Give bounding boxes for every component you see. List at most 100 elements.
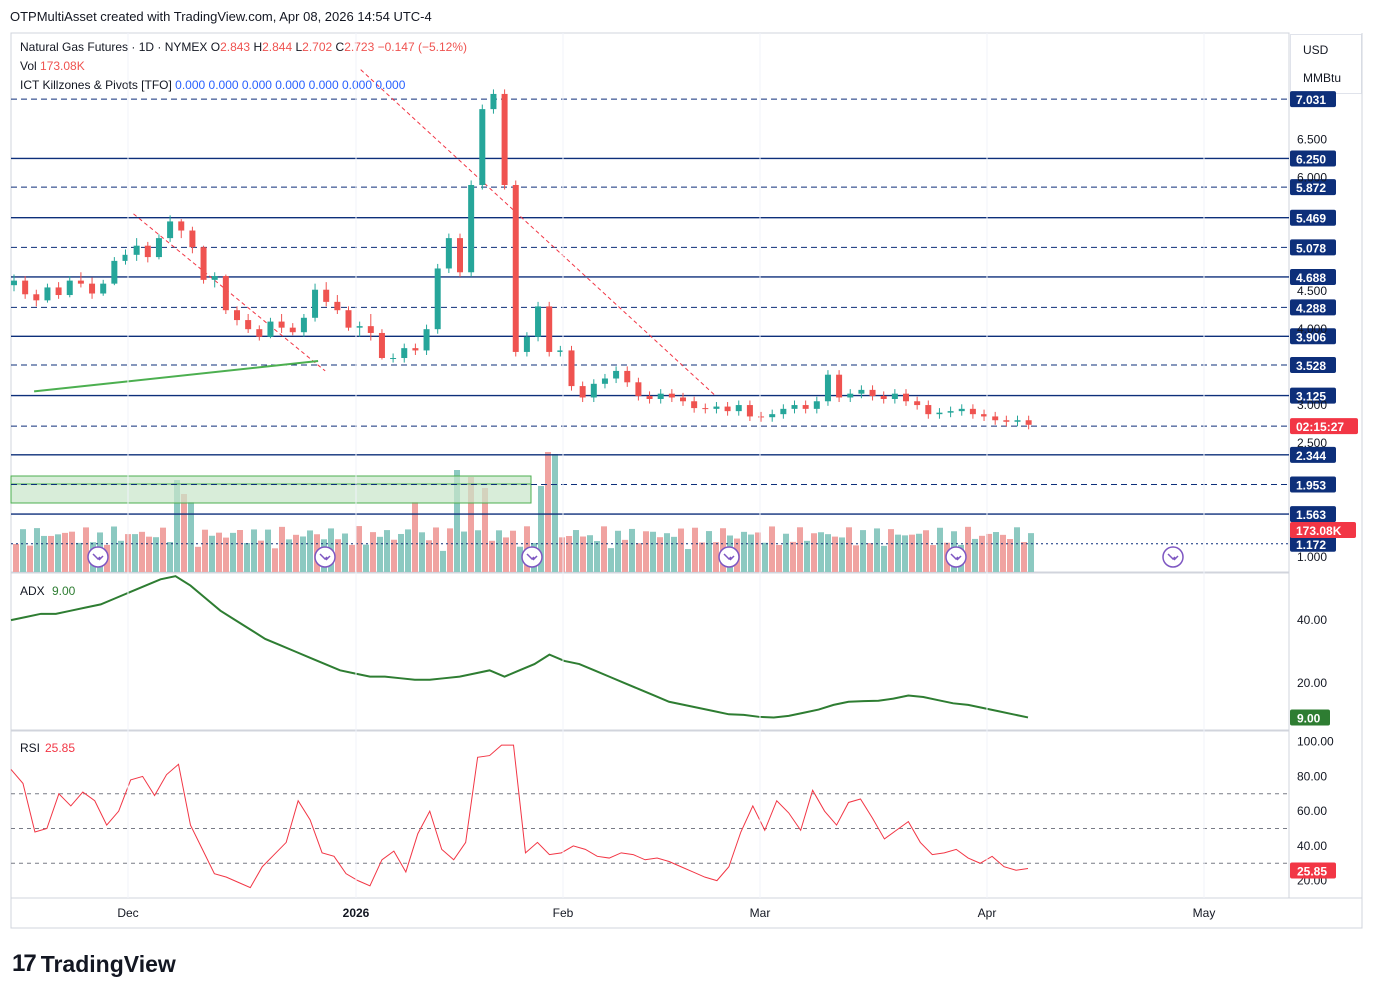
event-marker-icon[interactable] xyxy=(1162,546,1184,568)
candle-body xyxy=(557,350,564,352)
candle-body xyxy=(445,238,452,269)
candle-body xyxy=(278,321,285,328)
volume-bar xyxy=(776,544,782,572)
time-tick: Apr xyxy=(978,906,997,920)
candle-body xyxy=(367,326,374,333)
volume-bar xyxy=(244,543,250,572)
candle-body xyxy=(490,93,497,110)
volume-bar xyxy=(384,530,390,572)
volume-bar xyxy=(888,529,894,572)
volume-bar xyxy=(643,531,649,572)
candle-body xyxy=(468,185,475,273)
price-tick: 4.000 xyxy=(1297,322,1327,336)
candle-body xyxy=(457,238,463,273)
level-label: 4.288 xyxy=(1296,301,1326,315)
volume-bar xyxy=(55,534,61,572)
volume-bar xyxy=(370,532,376,572)
time-tick: 2026 xyxy=(343,906,370,920)
candle-body xyxy=(167,221,174,239)
volume-bar xyxy=(762,542,768,572)
volume-bar xyxy=(825,534,831,572)
volume-bar xyxy=(804,540,810,572)
volume-bar xyxy=(503,537,509,572)
candle-body xyxy=(289,327,296,333)
level-label: 7.031 xyxy=(1296,93,1326,107)
volume-bar xyxy=(902,535,908,572)
candle-body xyxy=(144,245,151,258)
volume-tag-label: 173.08K xyxy=(1296,524,1342,538)
event-marker-icon[interactable] xyxy=(87,546,109,568)
candle-body xyxy=(847,393,854,398)
adx-legend-value: 9.00 xyxy=(52,584,76,598)
price-tick: 6.000 xyxy=(1297,170,1327,184)
volume-bar xyxy=(853,545,859,572)
volume-bar xyxy=(391,539,397,572)
candle-body xyxy=(256,329,263,337)
adx-legend-label: ADX xyxy=(20,584,45,598)
candle-body xyxy=(668,393,675,398)
level-label: 5.469 xyxy=(1296,212,1326,226)
volume-bar xyxy=(13,544,19,572)
candle-body xyxy=(802,405,809,409)
event-marker-icon[interactable] xyxy=(314,546,336,568)
volume-bar xyxy=(510,530,516,572)
chart-canvas[interactable]: 7.0316.2505.8725.4695.0784.6884.2883.906… xyxy=(0,0,1373,997)
volume-bar xyxy=(307,530,313,572)
candle-body xyxy=(423,329,430,351)
candle-body xyxy=(378,332,385,359)
volume-bar xyxy=(615,530,621,572)
volume-bar xyxy=(398,533,404,572)
volume-bar xyxy=(699,542,705,572)
event-marker-icon[interactable] xyxy=(718,546,740,568)
price-tick: 2.500 xyxy=(1297,436,1327,450)
legend-line-1: Natural Gas Futures · 1D · NYMEX O2.843 … xyxy=(20,40,467,54)
volume-bar xyxy=(916,533,922,572)
volume-bar xyxy=(741,531,747,572)
rsi-legend-label: RSI xyxy=(20,741,40,755)
volume-bar xyxy=(748,534,754,572)
volume-bar xyxy=(62,532,68,572)
candle-body xyxy=(646,395,653,399)
tradingview-logo-icon: 17 xyxy=(12,950,37,977)
candle-body xyxy=(523,336,530,352)
volume-bar xyxy=(601,526,607,572)
volume-bar xyxy=(881,545,887,572)
event-marker-circle xyxy=(314,546,336,568)
volume-bar xyxy=(769,526,775,572)
candle-body xyxy=(746,405,753,417)
event-marker-icon[interactable] xyxy=(521,546,543,568)
volume-bar xyxy=(706,531,712,572)
zone-box xyxy=(10,475,532,504)
tradingview-logo: 17 TradingView xyxy=(12,950,176,978)
event-marker-circle xyxy=(718,546,740,568)
rsi-tag-label: 25.85 xyxy=(1297,864,1327,878)
volume-bar xyxy=(965,526,971,572)
volume-bar xyxy=(790,541,796,572)
candle-body xyxy=(735,405,742,412)
volume-bar xyxy=(167,542,173,572)
candle-body xyxy=(535,306,542,337)
candle-body xyxy=(914,401,921,406)
candle-body xyxy=(925,405,932,415)
volume-bar xyxy=(349,544,355,572)
candle-body xyxy=(947,411,954,413)
volume-bar xyxy=(363,544,369,572)
candle-body xyxy=(111,260,118,284)
candle-body xyxy=(200,247,207,280)
volume-bar xyxy=(692,527,698,572)
volume-bar xyxy=(874,528,880,572)
volume-bar xyxy=(202,529,208,572)
volume-bar xyxy=(930,545,936,572)
volume-bar xyxy=(979,535,985,572)
candle-body xyxy=(601,378,608,384)
volume-bar xyxy=(279,526,285,572)
volume-bar xyxy=(181,494,187,572)
event-marker-icon[interactable] xyxy=(945,546,967,568)
candle-body xyxy=(479,109,486,185)
volume-bar xyxy=(342,533,348,572)
volume-bar xyxy=(587,535,593,572)
candle-body xyxy=(958,408,965,412)
volume-bar xyxy=(230,532,236,572)
volume-bar xyxy=(811,533,817,572)
time-tick: Mar xyxy=(750,906,771,920)
